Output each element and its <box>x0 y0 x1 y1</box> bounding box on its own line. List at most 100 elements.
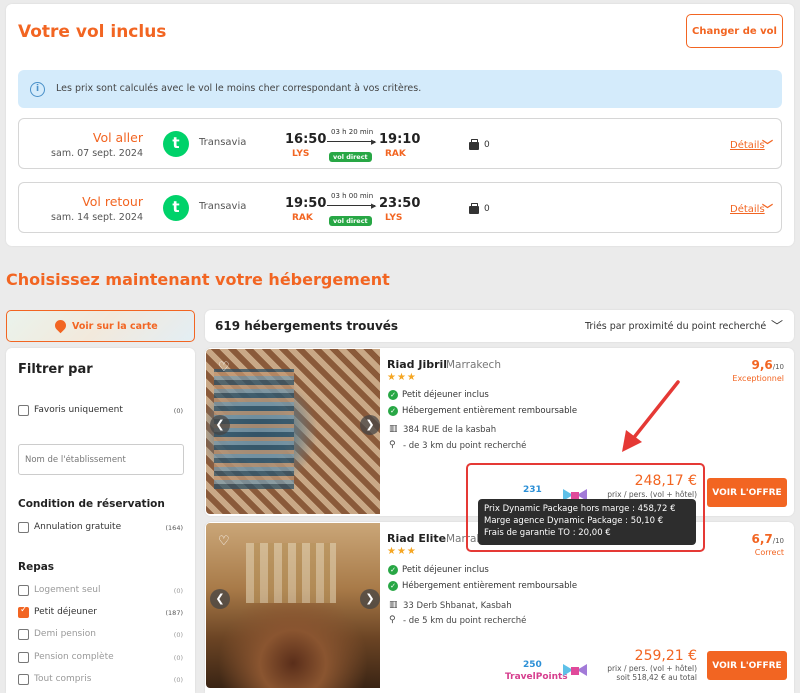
arrow-right-icon: ▶ <box>371 202 377 210</box>
meal-all-inclusive-checkbox[interactable] <box>18 674 29 685</box>
direct-flight-badge: vol direct <box>329 152 372 162</box>
check-circle-icon: ✓ <box>388 581 398 591</box>
details-link[interactable]: Détails <box>730 204 765 215</box>
check-circle-icon: ✓ <box>388 565 398 575</box>
chevron-right-icon[interactable]: ❯ <box>360 415 380 435</box>
meal-option-count: (0) <box>173 631 183 639</box>
arrival-airport: RAK <box>385 149 406 159</box>
flight-card: Votre vol inclus Changer de vol i Les pr… <box>6 4 794 246</box>
tooltip-line: Marge agence Dynamic Package : 50,10 € <box>484 516 664 526</box>
meal-half-board-checkbox[interactable] <box>18 629 29 640</box>
airline-name: Transavia <box>199 201 247 212</box>
hotel-photo[interactable]: ♡ ❮ ❯ <box>206 523 380 688</box>
meal-option-label: Pension complète <box>34 652 114 662</box>
flight-duration: 03 h 00 min <box>331 192 374 200</box>
departure-airport: LYS <box>292 149 310 159</box>
accommodation-section-title: Choisissez maintenant votre hébergement <box>6 270 390 289</box>
chevron-down-icon[interactable]: ﹀ <box>762 137 773 153</box>
info-text: Les prix sont calculés avec le vol le mo… <box>56 83 422 94</box>
arrival-time: 19:10 <box>379 132 421 147</box>
check-circle-icon: ✓ <box>388 390 398 400</box>
free-cancellation-checkbox[interactable] <box>18 522 29 533</box>
hotel-stars: ★★★ <box>387 546 417 557</box>
map-pin-icon <box>52 317 69 334</box>
flight-date: sam. 14 sept. 2024 <box>51 212 143 223</box>
meal-option-count: (0) <box>173 654 183 662</box>
details-link[interactable]: Détails <box>730 140 765 151</box>
sort-dropdown[interactable]: Triés par proximité du point recherché <box>585 321 766 332</box>
flight-date: sam. 07 sept. 2024 <box>51 148 143 159</box>
rating-label: Exceptionnel <box>732 374 784 383</box>
airline-logo: t <box>163 131 189 157</box>
info-icon: i <box>30 82 45 97</box>
flight-duration: 03 h 20 min <box>331 128 374 136</box>
favorites-checkbox[interactable] <box>18 405 29 416</box>
luggage-count: 0 <box>484 140 490 150</box>
map-view-button[interactable]: Voir sur la carte <box>6 310 195 342</box>
hotel-stars: ★★★ <box>387 372 417 383</box>
results-header: 619 hébergements trouvés Triés par proxi… <box>205 310 794 342</box>
chevron-down-icon[interactable]: ﹀ <box>762 201 773 217</box>
hotel-rating: 9,6/10 <box>751 358 784 372</box>
meal-option-label: Petit déjeuner <box>34 607 97 617</box>
hotel-city: Marrakech <box>446 359 501 371</box>
flight-direction-label: Vol aller <box>92 130 143 145</box>
tooltip-line: Frais de garantie TO : 20,00 € <box>484 528 611 538</box>
price-per-person: prix / pers. (vol + hôtel) <box>607 664 697 673</box>
change-flight-button[interactable]: Changer de vol <box>686 14 783 48</box>
airline-name: Transavia <box>199 137 247 148</box>
results-count: 619 hébergements trouvés <box>215 319 399 333</box>
departure-time: 16:50 <box>285 132 327 147</box>
tooltip-line: Prix Dynamic Package hors marge : 458,72… <box>484 504 676 514</box>
rating-max: /10 <box>772 537 784 545</box>
chevron-right-icon[interactable]: ❯ <box>360 589 380 609</box>
filter-title: Filtrer par <box>18 362 93 377</box>
meal-breakfast-checkbox[interactable] <box>18 605 29 618</box>
meal-full-board-checkbox[interactable] <box>18 652 29 663</box>
chevron-down-icon[interactable]: ﹀ <box>771 317 783 334</box>
hotel-feature: Hébergement entièrement remboursable <box>402 406 578 416</box>
building-icon: ▥ <box>389 424 398 434</box>
flight-section-title: Votre vol inclus <box>18 22 167 42</box>
booking-condition-heading: Condition de réservation <box>18 498 165 510</box>
info-banner: i Les prix sont calculés avec le vol le … <box>18 70 782 108</box>
price-breakdown-tooltip: Prix Dynamic Package hors marge : 458,72… <box>478 499 696 545</box>
free-cancellation-count: (164) <box>165 524 183 532</box>
check-circle-icon: ✓ <box>388 406 398 416</box>
location-pin-icon: ⚲ <box>389 615 396 625</box>
flight-arrow-line <box>327 205 375 206</box>
chevron-left-icon[interactable]: ❮ <box>210 415 230 435</box>
hotel-feature: Petit déjeuner inclus <box>402 565 489 575</box>
rating-value: 9,6 <box>751 358 773 372</box>
favorites-count: (0) <box>173 407 183 415</box>
hotel-rating: 6,7/10 <box>751 532 784 546</box>
establishment-name-input[interactable] <box>18 444 184 475</box>
hotel-distance: - de 3 km du point recherché <box>403 441 527 451</box>
hotel-distance: - de 5 km du point recherché <box>403 616 527 626</box>
building-icon: ▥ <box>389 600 398 610</box>
heart-icon[interactable]: ♡ <box>218 535 232 549</box>
view-offer-button[interactable]: VOIR L'OFFRE <box>707 651 787 680</box>
favorites-label: Favoris uniquement <box>34 405 123 415</box>
hotel-photo[interactable]: ♡ ❮ ❯ <box>206 349 380 514</box>
price-total: soit 518,42 € au total <box>616 673 697 682</box>
chevron-left-icon[interactable]: ❮ <box>210 589 230 609</box>
meal-option-count: (187) <box>165 609 183 617</box>
rating-label: Correct <box>754 548 784 557</box>
travelpoints-brand: TravelPoints <box>505 672 568 682</box>
flight-direction-label: Vol retour <box>82 194 143 209</box>
view-offer-button[interactable]: VOIR L'OFFRE <box>707 478 787 507</box>
arrival-time: 23:50 <box>379 196 421 211</box>
meal-option-label: Logement seul <box>34 585 101 595</box>
location-pin-icon: ⚲ <box>389 440 396 450</box>
hotel-name[interactable]: Riad Jibril <box>387 358 447 371</box>
meal-option-count: (0) <box>173 587 183 595</box>
departure-time: 19:50 <box>285 196 327 211</box>
arrow-right-icon: ▶ <box>371 138 377 146</box>
outbound-flight-row: Vol aller sam. 07 sept. 2024 t Transavia… <box>18 118 782 169</box>
hotel-name[interactable]: Riad Elite <box>387 532 446 545</box>
heart-icon[interactable]: ♡ <box>218 361 232 375</box>
return-flight-row: Vol retour sam. 14 sept. 2024 t Transavi… <box>18 182 782 233</box>
meal-room-only-checkbox[interactable] <box>18 585 29 596</box>
arrival-airport: LYS <box>385 213 403 223</box>
